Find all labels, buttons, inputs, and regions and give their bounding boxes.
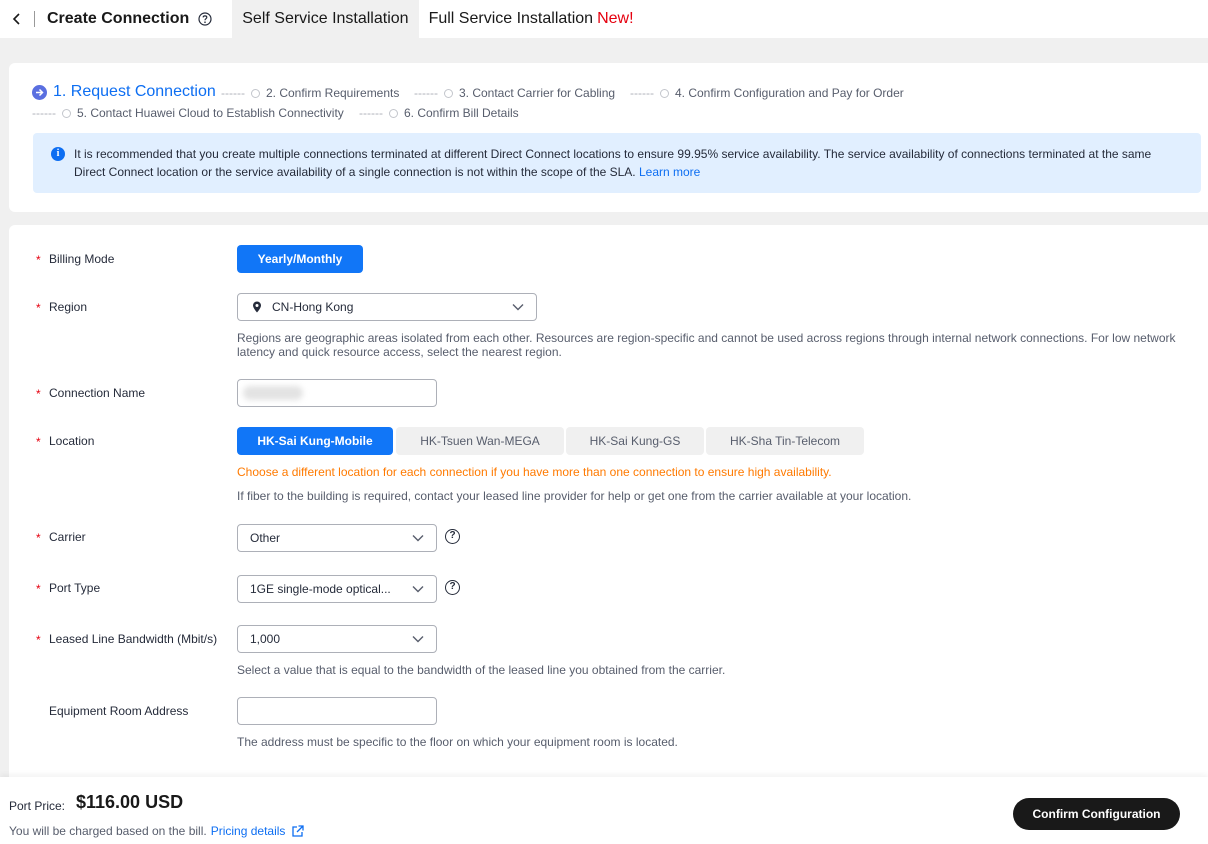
tab-label: Full Service Installation (428, 10, 594, 27)
chevron-down-icon (412, 636, 424, 643)
chevron-down-icon (412, 586, 424, 593)
step-label: 4. Confirm Configuration and Pay for Ord… (674, 86, 904, 100)
price-footer: Port Price: $116.00 USD You will be char… (0, 777, 1208, 844)
step-1: 1. Request Connection (32, 83, 216, 101)
step-label: 6. Confirm Bill Details (403, 106, 519, 120)
external-link-icon[interactable] (291, 824, 305, 838)
location-warning: Choose a different location for each con… (237, 465, 832, 479)
required-mark: * (36, 531, 41, 545)
required-mark: * (36, 582, 41, 596)
equipment-room-address-input[interactable] (237, 697, 437, 725)
carrier-value: Other (250, 531, 281, 545)
bandwidth-select[interactable]: 1,000 (237, 625, 437, 653)
location-option-hk-sha-tin-telecom[interactable]: HK-Sha Tin-Telecom (706, 427, 864, 455)
port-price-label: Port Price: (9, 799, 66, 813)
location-option-label: HK-Sai Kung-Mobile (257, 434, 373, 448)
top-bar: Create Connection Self Service Installat… (0, 0, 1208, 38)
equipment-room-label: Equipment Room Address (49, 704, 189, 718)
region-select[interactable]: CN-Hong Kong (237, 293, 537, 321)
port-type-label: Port Type (49, 581, 101, 595)
bandwidth-value: 1,000 (250, 632, 281, 646)
steps-card: 1. Request Connection ------ 2. Confirm … (9, 63, 1208, 212)
step-circle-icon (388, 108, 398, 118)
page-title: Create Connection (47, 10, 190, 27)
button-label: Yearly/Monthly (257, 252, 343, 266)
confirm-configuration-button[interactable]: Confirm Configuration (1013, 798, 1180, 830)
step-6: ------ 6. Confirm Bill Details (359, 106, 519, 120)
region-hint: Regions are geographic areas isolated fr… (237, 331, 1176, 359)
step-2: ------ 2. Confirm Requirements (221, 86, 399, 100)
carrier-select[interactable]: Other (237, 524, 437, 552)
required-mark: * (36, 387, 41, 401)
arrow-right-icon (32, 84, 47, 100)
step-label: 2. Confirm Requirements (265, 86, 400, 100)
location-option-hk-sai-kung-gs[interactable]: HK-Sai Kung-GS (566, 427, 704, 455)
step-separator: ------ (359, 106, 383, 120)
location-label: Location (49, 434, 95, 448)
billing-yearly-monthly-button[interactable]: Yearly/Monthly (237, 245, 363, 273)
location-option-label: HK-Sha Tin-Telecom (729, 434, 841, 448)
bandwidth-hint: Select a value that is equal to the band… (237, 663, 726, 677)
required-mark: * (36, 435, 41, 449)
billing-mode-label: Billing Mode (49, 252, 115, 266)
port-type-help-icon[interactable]: ? (445, 580, 460, 595)
port-type-select[interactable]: 1GE single-mode optical... (237, 575, 437, 603)
step-4: ------ 4. Confirm Configuration and Pay … (630, 86, 904, 100)
step-3: ------ 3. Contact Carrier for Cabling (414, 86, 615, 100)
pricing-details-link[interactable]: Pricing details (211, 824, 286, 838)
redacted-value (243, 386, 303, 400)
step-circle-icon (443, 88, 453, 98)
sla-notice: i It is recommended that you create mult… (33, 133, 1201, 193)
location-pin-icon (253, 301, 261, 313)
step-label: 1. Request Connection (53, 83, 216, 100)
region-value: CN-Hong Kong (272, 300, 354, 314)
location-hint: If fiber to the building is required, co… (237, 489, 912, 503)
back-button[interactable] (0, 0, 34, 38)
step-5: ------ 5. Contact Huawei Cloud to Establ… (32, 106, 344, 120)
port-price-value: $116.00 USD (76, 792, 184, 812)
learn-more-link[interactable]: Learn more (639, 165, 700, 179)
header-divider (34, 11, 35, 27)
form-card: * Billing Mode Yearly/Monthly * Region C… (9, 225, 1208, 785)
billing-note: You will be charged based on the bill. P… (9, 824, 305, 838)
new-badge: New! (597, 10, 634, 27)
chevron-left-icon (12, 13, 20, 25)
location-option-hk-tsuen-wan-mega[interactable]: HK-Tsuen Wan-MEGA (396, 427, 564, 455)
step-separator: ------ (32, 106, 56, 120)
required-mark: * (36, 253, 41, 267)
help-icon[interactable] (198, 12, 212, 26)
location-option-label: HK-Tsuen Wan-MEGA (420, 434, 540, 448)
step-circle-icon (659, 88, 669, 98)
step-circle-icon (250, 88, 260, 98)
required-mark: * (36, 633, 41, 647)
step-label: 3. Contact Carrier for Cabling (458, 86, 616, 100)
carrier-help-icon[interactable]: ? (445, 529, 460, 544)
button-label: Confirm Configuration (1032, 807, 1161, 821)
chevron-down-icon (412, 535, 424, 542)
equipment-room-hint: The address must be specific to the floo… (237, 735, 678, 749)
tab-self-service-installation[interactable]: Self Service Installation (232, 0, 419, 38)
bandwidth-label: Leased Line Bandwidth (Mbit/s) (49, 632, 218, 646)
location-option-label: HK-Sai Kung-GS (589, 434, 681, 448)
notice-text: It is recommended that you create multip… (74, 147, 1152, 179)
step-separator: ------ (414, 86, 438, 100)
tab-label: Self Service Installation (242, 10, 409, 27)
step-separator: ------ (221, 86, 245, 100)
connection-name-label: Connection Name (49, 386, 146, 400)
step-separator: ------ (630, 86, 654, 100)
billing-note-text: You will be charged based on the bill. (9, 824, 207, 838)
step-label: 5. Contact Huawei Cloud to Establish Con… (76, 106, 344, 120)
connection-name-input[interactable] (237, 379, 437, 407)
carrier-label: Carrier (49, 530, 86, 544)
port-type-value: 1GE single-mode optical... (250, 582, 391, 596)
chevron-down-icon (512, 304, 524, 311)
info-icon: i (51, 147, 65, 161)
step-circle-icon (61, 108, 71, 118)
required-mark: * (36, 301, 41, 315)
location-option-hk-sai-kung-mobile[interactable]: HK-Sai Kung-Mobile (237, 427, 393, 455)
region-label: Region (49, 300, 88, 314)
tab-full-service-installation[interactable]: Full Service Installation New! (419, 0, 644, 38)
